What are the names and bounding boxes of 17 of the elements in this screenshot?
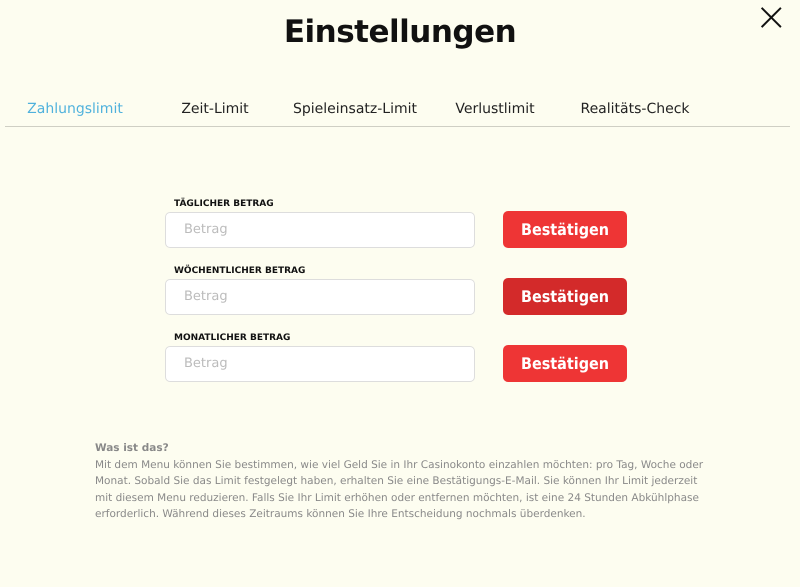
tab[interactable]: Zeit-Limit xyxy=(145,100,285,118)
tab[interactable]: Realitäts-Check xyxy=(565,100,705,118)
info-heading: Was ist das? xyxy=(95,441,170,456)
page-title: Einstellungen xyxy=(284,14,516,50)
amount-field[interactable]: Betrag xyxy=(165,346,475,382)
amount-field[interactable]: Betrag xyxy=(165,212,475,248)
close-button[interactable]: × xyxy=(750,0,792,34)
amount-field[interactable]: Betrag xyxy=(165,278,475,314)
info-text: Mit dem Menu können Sie bestimmen, wie viel Geld Sie in Ihr Casinokonto einzahlen möchten: pro Tag, Woche oder Monat. Sobald Sie das Limit festgelegt haben, erhalten Sie eine Bestätigungs-E-Mail. Sie können Ihr Limit jederzeit mit diesem Menu reduzieren. Falls Sie Ihr Limit erhöhen oder entfernen möchten, ist eine 24 Stunden Abkühlphase erforderlich. Während dieses Zeitraums können Sie Ihre Entscheidung nochmals überdenken. xyxy=(95,458,704,522)
field-label: MONATLICHER BETRAG xyxy=(174,333,292,343)
field-label: WÖCHENTLICHER BETRAG xyxy=(174,266,306,276)
confirm-button[interactable]: Bestätigen xyxy=(503,345,627,382)
tab[interactable]: Verlustlimit xyxy=(425,100,565,118)
tab[interactable]: Spieleinsatz-Limit xyxy=(285,100,425,118)
confirm-button[interactable]: Bestätigen xyxy=(503,278,627,315)
confirm-button[interactable]: Bestätigen xyxy=(503,211,627,248)
field-label: TÄGLICHER BETRAG xyxy=(174,199,275,209)
